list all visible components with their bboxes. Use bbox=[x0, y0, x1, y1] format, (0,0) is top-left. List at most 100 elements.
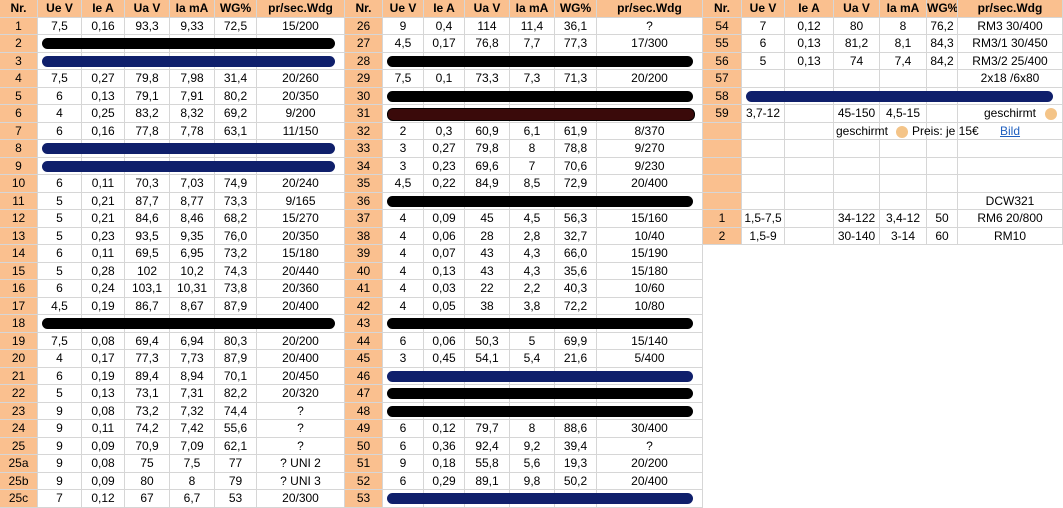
data-cell[interactable]: 73,2 bbox=[125, 402, 170, 420]
data-cell[interactable]: 39,4 bbox=[555, 437, 597, 455]
row-number-cell[interactable]: 33 bbox=[345, 140, 383, 158]
header-cell[interactable]: Ia mA bbox=[880, 0, 927, 18]
data-cell[interactable]: ? UNI 3 bbox=[257, 472, 345, 490]
data-cell[interactable]: 19,3 bbox=[555, 455, 597, 473]
data-cell[interactable]: 102 bbox=[125, 262, 170, 280]
header-cell[interactable]: WG% bbox=[215, 0, 257, 18]
row-number-cell[interactable]: 23 bbox=[0, 402, 38, 420]
data-cell[interactable]: 69,5 bbox=[125, 245, 170, 263]
data-cell[interactable] bbox=[927, 140, 958, 158]
data-cell[interactable]: 80 bbox=[834, 17, 880, 35]
data-cell[interactable]: 9,35 bbox=[170, 227, 215, 245]
data-cell[interactable]: 0,13 bbox=[424, 262, 465, 280]
data-cell[interactable]: 80,2 bbox=[215, 87, 257, 105]
data-cell[interactable]: 62,1 bbox=[215, 437, 257, 455]
data-cell[interactable]: 8,77 bbox=[170, 192, 215, 210]
data-cell[interactable]: 2 bbox=[383, 122, 424, 140]
data-cell[interactable]: 8/370 bbox=[597, 122, 703, 140]
data-cell[interactable]: 20/200 bbox=[597, 70, 703, 88]
row-number-cell[interactable]: 8 bbox=[0, 140, 38, 158]
data-cell[interactable]: 4 bbox=[383, 245, 424, 263]
data-cell[interactable]: 77,3 bbox=[555, 35, 597, 53]
bild-link[interactable]: Bild bbox=[1000, 123, 1040, 141]
data-cell[interactable]: 75 bbox=[125, 455, 170, 473]
data-cell[interactable]: 7,09 bbox=[170, 437, 215, 455]
data-cell[interactable] bbox=[742, 157, 785, 175]
data-cell[interactable]: 69,9 bbox=[555, 332, 597, 350]
row-number-cell[interactable]: 57 bbox=[703, 70, 742, 88]
data-cell[interactable]: 15/140 bbox=[597, 332, 703, 350]
header-cell[interactable]: pr/sec.Wdg bbox=[597, 0, 703, 18]
row-number-cell[interactable]: 4 bbox=[0, 70, 38, 88]
data-cell[interactable] bbox=[785, 105, 834, 123]
data-cell[interactable]: 20/200 bbox=[597, 455, 703, 473]
data-cell[interactable]: 72,2 bbox=[555, 297, 597, 315]
data-cell[interactable]: 9/165 bbox=[257, 192, 345, 210]
data-cell[interactable]: ? UNI 2 bbox=[257, 455, 345, 473]
data-cell[interactable]: ? bbox=[597, 437, 703, 455]
header-cell[interactable]: Ie A bbox=[785, 0, 834, 18]
data-cell[interactable]: 7 bbox=[742, 17, 785, 35]
data-cell[interactable] bbox=[927, 70, 958, 88]
data-cell[interactable]: 0,16 bbox=[82, 17, 125, 35]
data-cell[interactable]: 15/200 bbox=[257, 17, 345, 35]
data-cell[interactable]: 0,11 bbox=[82, 420, 125, 438]
data-cell[interactable] bbox=[785, 175, 834, 193]
data-cell[interactable]: DCW321 bbox=[958, 192, 1063, 210]
data-cell[interactable]: 8,1 bbox=[880, 35, 927, 53]
row-number-cell[interactable]: 1 bbox=[703, 210, 742, 228]
data-cell[interactable] bbox=[785, 70, 834, 88]
data-cell[interactable]: 87,7 bbox=[125, 192, 170, 210]
data-cell[interactable]: 7,5 bbox=[38, 17, 82, 35]
header-cell[interactable]: Ue V bbox=[742, 0, 785, 18]
data-cell[interactable]: 7,5 bbox=[383, 70, 424, 88]
data-cell[interactable]: 0,3 bbox=[424, 122, 465, 140]
header-cell[interactable]: Nr. bbox=[0, 0, 38, 18]
row-number-cell[interactable]: 3 bbox=[0, 52, 38, 70]
header-cell[interactable]: Ue V bbox=[383, 0, 424, 18]
data-cell[interactable]: 60,9 bbox=[465, 122, 510, 140]
data-cell[interactable]: 69,6 bbox=[465, 157, 510, 175]
data-cell[interactable]: 56,3 bbox=[555, 210, 597, 228]
data-cell[interactable]: 0,13 bbox=[785, 52, 834, 70]
data-cell[interactable]: 32,7 bbox=[555, 227, 597, 245]
data-cell[interactable]: 53 bbox=[215, 490, 257, 508]
data-cell[interactable]: 22 bbox=[465, 280, 510, 298]
header-cell[interactable]: Nr. bbox=[345, 0, 383, 18]
data-cell[interactable]: 6,95 bbox=[170, 245, 215, 263]
data-cell[interactable]: 0,12 bbox=[785, 17, 834, 35]
data-cell[interactable]: 3-14 bbox=[880, 227, 927, 245]
data-cell[interactable]: 3 bbox=[383, 140, 424, 158]
data-cell[interactable]: 6 bbox=[742, 35, 785, 53]
data-cell[interactable]: 6 bbox=[38, 280, 82, 298]
data-cell[interactable]: 7,5 bbox=[38, 70, 82, 88]
data-cell[interactable]: 11/150 bbox=[257, 122, 345, 140]
data-cell[interactable]: 20/240 bbox=[257, 175, 345, 193]
row-number-cell[interactable]: 59 bbox=[703, 105, 742, 123]
data-cell[interactable]: 7,3 bbox=[510, 70, 555, 88]
data-cell[interactable] bbox=[880, 70, 927, 88]
data-cell[interactable]: 20/300 bbox=[257, 490, 345, 508]
data-cell[interactable]: 3,4-12 bbox=[880, 210, 927, 228]
data-cell[interactable]: 4 bbox=[38, 105, 82, 123]
row-number-cell[interactable]: 2 bbox=[703, 227, 742, 245]
data-cell[interactable]: 78,8 bbox=[555, 140, 597, 158]
data-cell[interactable]: 0,08 bbox=[82, 332, 125, 350]
data-cell[interactable]: 20/400 bbox=[597, 175, 703, 193]
data-cell[interactable] bbox=[958, 175, 1063, 193]
data-cell[interactable]: 2,8 bbox=[510, 227, 555, 245]
row-number-cell[interactable]: 37 bbox=[345, 210, 383, 228]
row-number-cell[interactable]: 28 bbox=[345, 52, 383, 70]
data-cell[interactable] bbox=[785, 192, 834, 210]
data-cell[interactable]: 5 bbox=[38, 192, 82, 210]
data-cell[interactable]: 3 bbox=[383, 350, 424, 368]
header-cell[interactable]: Ia mA bbox=[170, 0, 215, 18]
data-cell[interactable]: 20/440 bbox=[257, 262, 345, 280]
data-cell[interactable] bbox=[785, 140, 834, 158]
data-cell[interactable]: 1,5-7,5 bbox=[742, 210, 785, 228]
data-cell[interactable]: 7,03 bbox=[170, 175, 215, 193]
data-cell[interactable]: 73,1 bbox=[125, 385, 170, 403]
data-cell[interactable]: 0,21 bbox=[82, 192, 125, 210]
data-cell[interactable]: 93,5 bbox=[125, 227, 170, 245]
data-cell[interactable]: 71,3 bbox=[555, 70, 597, 88]
